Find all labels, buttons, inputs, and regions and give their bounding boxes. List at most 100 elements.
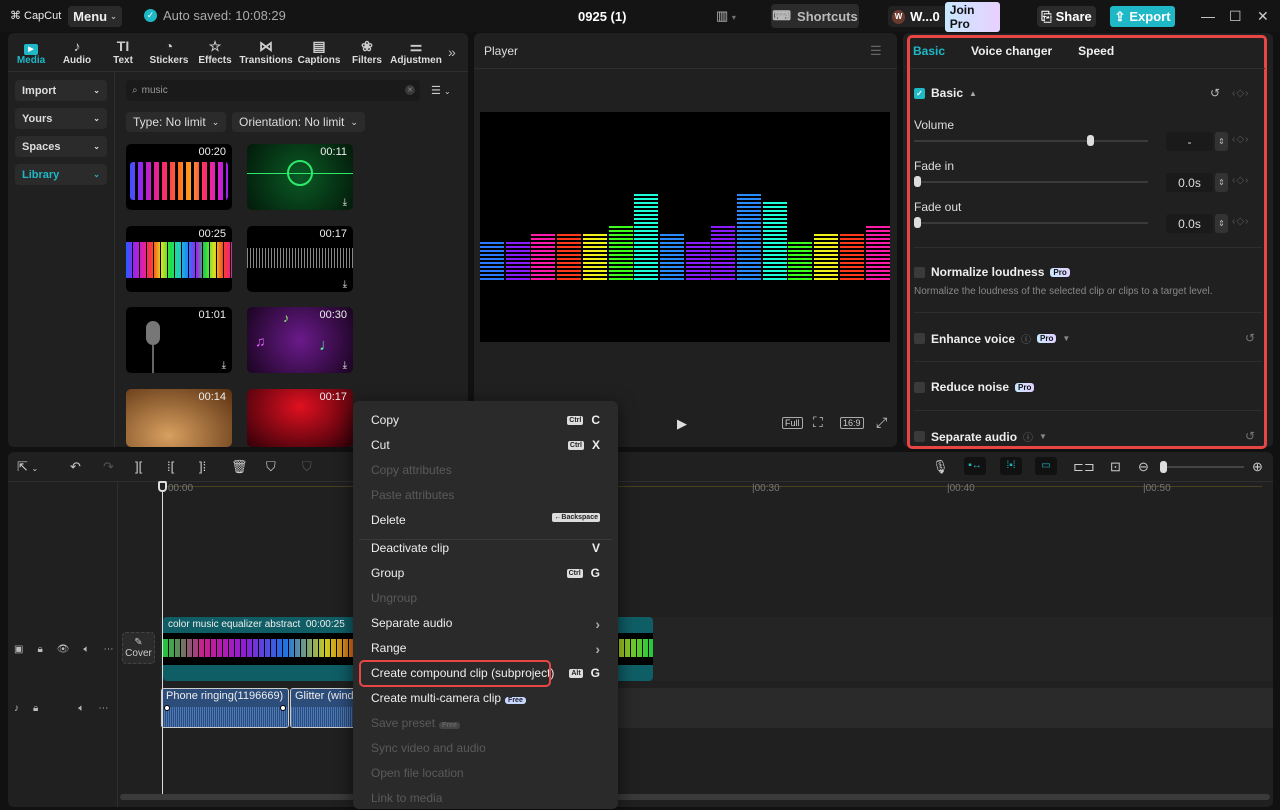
tab-effects[interactable]: ☆ Effects	[192, 38, 238, 66]
full-quality-button[interactable]: Full	[782, 417, 803, 429]
media-thumbnail[interactable]: 00:20	[126, 144, 232, 210]
enhance-voice-checkbox[interactable]	[914, 333, 925, 344]
redo-icon[interactable]: ↷	[103, 459, 114, 475]
dropdown-icon[interactable]: ▼	[1039, 432, 1047, 441]
audio-clip[interactable]: Glitter (wind	[290, 688, 360, 728]
zoom-in-icon[interactable]: ⊕	[1252, 459, 1263, 475]
search-input[interactable]: ⌕ music ✕	[126, 80, 420, 101]
menu-item-deactivate-clip[interactable]: Deactivate clip V	[353, 539, 618, 559]
lock-icon[interactable]: 🔒︎	[33, 703, 38, 714]
fade-in-value-input[interactable]: 0.0s	[1166, 173, 1213, 192]
sidebar-item-import[interactable]: Import ⌄	[15, 80, 107, 101]
share-button[interactable]: ⎘ Share	[1037, 6, 1096, 27]
media-thumbnail[interactable]: 00:25	[126, 226, 232, 292]
reset-icon[interactable]: ↺	[1210, 86, 1220, 100]
tab-basic[interactable]: Basic	[913, 44, 945, 58]
split-icon[interactable]: ][	[135, 459, 142, 474]
fade-handle[interactable]	[164, 705, 170, 711]
fullscreen-icon[interactable]: ⤢	[876, 414, 887, 431]
keyframe-nav-icon[interactable]: ‹◇›	[1232, 175, 1249, 186]
select-tool-icon[interactable]: ⇱ ⌄	[17, 459, 38, 475]
fade-out-slider[interactable]	[914, 217, 1148, 228]
clear-search-icon[interactable]: ✕	[405, 85, 415, 95]
minimize-button[interactable]: —	[1201, 8, 1215, 24]
reduce-noise-checkbox[interactable]	[914, 381, 925, 393]
fade-out-stepper[interactable]: ⇕	[1215, 214, 1228, 233]
tab-audio[interactable]: ♪ Audio	[54, 38, 100, 66]
tab-media[interactable]: ▶ Media	[8, 38, 54, 66]
lock-icon[interactable]: 🔒︎	[37, 644, 42, 655]
menu-item-separate-audio[interactable]: Separate audio ›	[353, 614, 618, 634]
media-thumbnail[interactable]: ♪ ♫ ♩ 00:30 ⤓	[247, 307, 353, 373]
split-right-icon[interactable]: ]⁞	[199, 459, 206, 474]
menu-item-copy[interactable]: Copy Ctrl C	[353, 411, 618, 431]
media-thumbnail[interactable]: 00:17 ⤓	[247, 226, 353, 292]
volume-icon[interactable]: 🔈︎	[78, 703, 84, 714]
tab-voice-changer[interactable]: Voice changer	[971, 44, 1052, 58]
timeline-ruler[interactable]	[118, 482, 1273, 496]
preview-axis-icon[interactable]: ⊏⊐	[1073, 459, 1095, 475]
playhead[interactable]	[162, 482, 163, 797]
reset-icon[interactable]: ↺	[1245, 331, 1255, 345]
aspect-ratio-button[interactable]: 16:9	[840, 417, 864, 429]
sidebar-item-spaces[interactable]: Spaces ⌄	[15, 136, 107, 157]
playhead-handle[interactable]	[158, 481, 167, 492]
media-thumbnail[interactable]: 00:11 ⤓	[247, 144, 353, 210]
mark-icon[interactable]: ⛉	[266, 459, 276, 475]
keyframe-nav-icon[interactable]: ‹◇›	[1232, 88, 1249, 99]
volume-slider-handle[interactable]	[1086, 135, 1094, 146]
reset-icon[interactable]: ↺	[1245, 429, 1255, 443]
more-icon[interactable]: ⋯	[103, 644, 113, 655]
snap-icon[interactable]: ⁞▪⁞	[1000, 457, 1022, 475]
fade-in-slider-handle[interactable]	[914, 176, 921, 187]
keyframe-nav-icon[interactable]: ‹◇›	[1232, 134, 1249, 145]
close-button[interactable]: ✕	[1257, 8, 1269, 25]
orientation-filter-dropdown[interactable]: Orientation: No limit ⌄	[232, 112, 365, 132]
cover-button[interactable]: ✎ Cover	[122, 632, 155, 664]
tab-captions[interactable]: ▤ Captions	[294, 38, 344, 66]
basic-section-header[interactable]: ✓ Basic ▲	[914, 86, 977, 100]
menu-button[interactable]: Menu ⌄	[68, 6, 122, 27]
fade-in-stepper[interactable]: ⇕	[1215, 173, 1228, 192]
basic-checkbox[interactable]: ✓	[914, 87, 925, 99]
join-pro-button[interactable]: Join Pro	[944, 1, 1000, 32]
maximize-button[interactable]: ☐	[1229, 8, 1242, 25]
undo-icon[interactable]: ↶	[70, 459, 81, 475]
tab-stickers[interactable]: ◔ Stickers	[146, 38, 192, 66]
help-icon[interactable]: ⓘ	[1021, 331, 1031, 346]
menu-item-cut[interactable]: Cut Ctrl X	[353, 436, 618, 456]
audio-clip[interactable]: Phone ringing(1196669)	[161, 688, 289, 728]
tab-speed[interactable]: Speed	[1078, 44, 1114, 58]
video-preview[interactable]	[480, 112, 890, 342]
tab-filters[interactable]: ❀ Filters	[344, 38, 390, 66]
sort-filter-button[interactable]: ☰ ⌄	[431, 84, 451, 97]
menu-item-range[interactable]: Range ›	[353, 639, 618, 659]
microphone-icon[interactable]: 🎙	[932, 459, 949, 475]
separate-audio-checkbox[interactable]	[914, 431, 925, 442]
more-icon[interactable]: ⋯	[98, 703, 108, 714]
volume-value-input[interactable]: -	[1166, 132, 1213, 151]
sidebar-item-yours[interactable]: Yours ⌄	[15, 108, 107, 129]
media-thumbnail[interactable]: 00:14	[126, 389, 232, 447]
timeline-scrollbar[interactable]	[120, 794, 1270, 800]
menu-item-group[interactable]: Group Ctrl G	[353, 564, 618, 584]
main-track-magnet-icon[interactable]: ▪↔	[964, 457, 986, 475]
keyframe-nav-icon[interactable]: ‹◇›	[1232, 216, 1249, 227]
volume-slider[interactable]	[914, 135, 1148, 146]
volume-icon[interactable]: 🔈︎	[83, 644, 89, 655]
split-left-icon[interactable]: ⁞[	[167, 459, 174, 474]
shield-icon[interactable]: ⛉	[302, 459, 312, 475]
fade-out-slider-handle[interactable]	[914, 217, 921, 228]
menu-item-delete[interactable]: Delete ←Backspace	[353, 511, 618, 531]
shortcuts-button[interactable]: ⌨ Shortcuts	[771, 4, 859, 28]
download-icon[interactable]: ⤓	[343, 360, 347, 371]
dropdown-icon[interactable]: ▼	[1062, 334, 1070, 343]
help-icon[interactable]: ⓘ	[1023, 429, 1033, 444]
layout-icon[interactable]: ▥ ▾	[716, 8, 736, 24]
media-thumbnail[interactable]: 00:17	[247, 389, 353, 447]
download-icon[interactable]: ⤓	[222, 360, 226, 371]
download-icon[interactable]: ⤓	[343, 197, 347, 208]
tab-adjustment[interactable]: ⚌ Adjustmen	[390, 38, 442, 66]
more-tabs-icon[interactable]: »	[448, 44, 456, 60]
fade-in-slider[interactable]	[914, 176, 1148, 187]
